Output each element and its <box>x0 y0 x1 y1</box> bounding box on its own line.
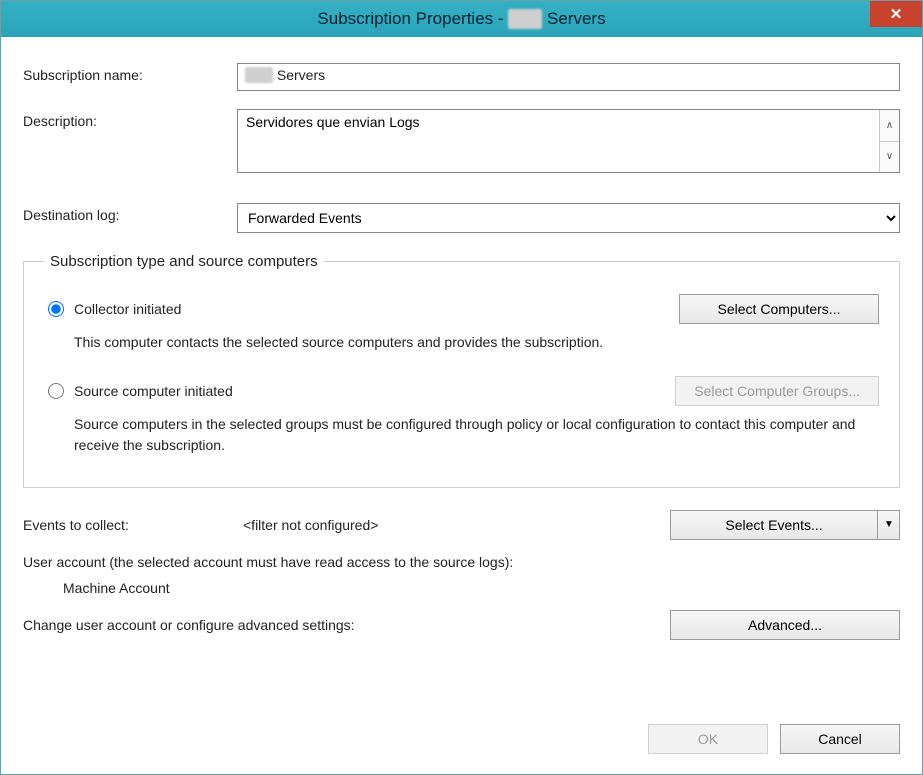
close-button[interactable]: ✕ <box>870 1 922 27</box>
dialog-footer: OK Cancel <box>1 708 922 774</box>
user-account-value: Machine Account <box>63 580 900 596</box>
user-account-line: User account (the selected account must … <box>23 554 900 570</box>
close-icon: ✕ <box>890 5 903 23</box>
select-computers-button[interactable]: Select Computers... <box>679 294 879 324</box>
group-legend: Subscription type and source computers <box>44 253 324 270</box>
cancel-button[interactable]: Cancel <box>780 724 900 754</box>
destination-log-select[interactable]: Forwarded Events <box>237 203 900 233</box>
change-settings-label: Change user account or configure advance… <box>23 617 664 633</box>
title-prefix: Subscription Properties - <box>317 9 508 28</box>
collector-initiated-desc: This computer contacts the selected sour… <box>74 332 879 352</box>
title-suffix: Servers <box>542 9 605 28</box>
titlebar: Subscription Properties - xxxx Servers ✕ <box>1 1 922 37</box>
description-label: Description: <box>23 109 237 129</box>
select-events-dropdown[interactable]: ▼ <box>878 510 900 540</box>
dialog-body: Subscription name: xxxx Servers Descript… <box>1 37 922 708</box>
source-initiated-label[interactable]: Source computer initiated <box>74 383 233 399</box>
collector-initiated-label[interactable]: Collector initiated <box>74 301 181 317</box>
subscription-type-group: Subscription type and source computers C… <box>23 253 900 488</box>
window-title: Subscription Properties - xxxx Servers <box>317 9 605 29</box>
subscription-name-input[interactable] <box>237 63 900 91</box>
subscription-name-label: Subscription name: <box>23 63 237 83</box>
scroll-up-icon[interactable]: ∧ <box>880 110 899 142</box>
destination-log-label: Destination log: <box>23 203 237 223</box>
chevron-down-icon: ▼ <box>884 519 894 530</box>
source-initiated-radio[interactable] <box>48 383 64 399</box>
filter-status-text: <filter not configured> <box>243 517 664 533</box>
advanced-button[interactable]: Advanced... <box>670 610 900 640</box>
select-events-splitbutton: Select Events... ▼ <box>670 510 900 540</box>
events-to-collect-label: Events to collect: <box>23 517 237 533</box>
description-scroll: ∧ ∨ <box>879 110 899 172</box>
source-initiated-desc: Source computers in the selected groups … <box>74 414 879 455</box>
dialog-window: Subscription Properties - xxxx Servers ✕… <box>0 0 923 775</box>
scroll-down-icon[interactable]: ∨ <box>880 142 899 173</box>
title-redacted: xxxx <box>508 9 542 29</box>
description-field-wrap: ∧ ∨ <box>237 109 900 173</box>
description-textarea[interactable] <box>238 110 879 172</box>
select-computer-groups-button: Select Computer Groups... <box>675 376 879 406</box>
select-events-button[interactable]: Select Events... <box>670 510 878 540</box>
collector-initiated-radio[interactable] <box>48 301 64 317</box>
ok-button: OK <box>648 724 768 754</box>
